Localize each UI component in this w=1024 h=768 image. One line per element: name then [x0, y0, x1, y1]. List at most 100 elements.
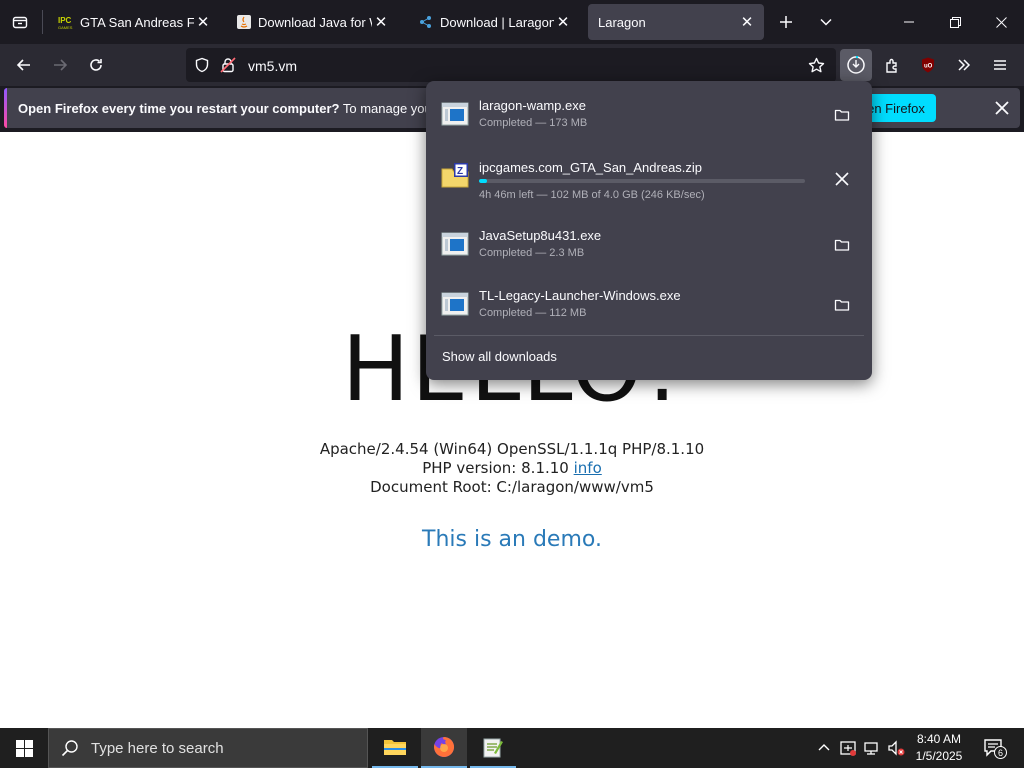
not-secure-lock-icon[interactable]	[220, 57, 236, 73]
cancel-download-button[interactable]	[828, 165, 856, 193]
taskbar-file-explorer[interactable]	[372, 728, 418, 768]
download-filename: TL-Legacy-Launcher-Windows.exe	[479, 288, 681, 303]
search-icon	[61, 740, 78, 757]
tab-gta-san-andreas[interactable]: IPCGAMES GTA San Andreas Free | ✕	[44, 4, 220, 40]
download-status: 4h 46m left — 102 MB of 4.0 GB (246 KB/s…	[479, 189, 705, 201]
plus-icon	[780, 16, 792, 28]
bookmark-star-icon[interactable]	[808, 57, 825, 74]
download-status: Completed — 2.3 MB	[479, 247, 585, 259]
url-text[interactable]: vm5.vm	[248, 58, 297, 74]
php-version-line: PHP version: 8.1.10 info	[0, 459, 1024, 477]
download-progress-bar	[479, 179, 805, 183]
notification-count-badge: 6	[994, 746, 1007, 759]
php-info-link[interactable]: info	[574, 459, 602, 477]
show-hidden-icons-chevron-icon[interactable]	[814, 738, 834, 758]
exe-file-icon	[441, 232, 469, 256]
minimize-button[interactable]	[886, 0, 932, 44]
puzzle-piece-icon	[885, 58, 897, 73]
exe-file-icon	[441, 102, 469, 126]
restore-button[interactable]	[932, 0, 978, 44]
tab-label: Laragon	[598, 14, 646, 30]
downloads-button[interactable]	[840, 49, 872, 81]
clock-date: 1/5/2025	[915, 749, 963, 763]
clock-time: 8:40 AM	[916, 732, 962, 746]
tab-list-dropdown-button[interactable]	[810, 6, 842, 38]
show-in-folder-button[interactable]	[828, 101, 856, 129]
firefox-icon	[434, 736, 455, 757]
double-chevron-right-icon	[958, 59, 971, 71]
network-icon[interactable]	[862, 738, 882, 758]
restore-icon	[949, 16, 961, 28]
close-tab-icon[interactable]: ✕	[554, 13, 572, 31]
notification-accent	[4, 88, 7, 128]
demo-text: This is an demo.	[422, 527, 602, 552]
more-tools-button[interactable]	[948, 49, 980, 81]
tab-laragon[interactable]: Laragon ✕	[588, 4, 764, 40]
tab-download-java[interactable]: Download Java for Win ✕	[222, 4, 398, 40]
tab-strip: IPCGAMES GTA San Andreas Free | ✕ Downlo…	[0, 0, 1024, 44]
download-item-gta[interactable]: Z ipcgames.com_GTA_San_Andreas.zip 4h 46…	[434, 149, 864, 205]
java-icon	[237, 15, 251, 29]
downloads-separator	[434, 335, 864, 336]
folder-icon	[834, 109, 850, 121]
chevron-down-icon	[820, 18, 832, 26]
tab-list-icon	[12, 16, 28, 29]
close-icon	[995, 16, 1007, 28]
tab-download-laragon[interactable]: Download | Laragon - p ✕	[404, 4, 580, 40]
download-progress-icon	[847, 55, 865, 74]
navigation-toolbar: vm5.vm uO	[0, 44, 1024, 86]
tracking-protection-shield-icon[interactable]	[194, 57, 210, 73]
close-tab-icon[interactable]: ✕	[738, 13, 756, 31]
ublock-origin-icon: uO	[922, 57, 934, 73]
forward-arrow-icon	[54, 59, 68, 71]
new-tab-button[interactable]	[770, 6, 802, 38]
close-tab-icon[interactable]: ✕	[194, 13, 212, 31]
reload-icon	[90, 59, 102, 71]
show-in-folder-button[interactable]	[828, 231, 856, 259]
url-bar[interactable]: vm5.vm	[186, 48, 836, 82]
volume-muted-icon[interactable]	[886, 738, 906, 758]
download-filename: ipcgames.com_GTA_San_Andreas.zip	[479, 160, 703, 175]
notification-message: Open Firefox every time you restart your…	[18, 101, 467, 116]
download-item-laragon[interactable]: laragon-wamp.exe Completed — 173 MB	[434, 87, 864, 143]
download-item-java[interactable]: JavaSetup8u431.exe Completed — 2.3 MB	[434, 217, 864, 273]
server-info-line: Apache/2.4.54 (Win64) OpenSSL/1.1.1q PHP…	[319, 440, 705, 458]
file-explorer-icon	[384, 740, 406, 755]
svg-text:Z: Z	[457, 166, 463, 177]
show-all-downloads-button[interactable]: Show all downloads	[442, 349, 557, 364]
windows-taskbar: Type here to search 8:40 AM 1/5/2025 6	[0, 728, 1024, 768]
reload-button[interactable]	[80, 49, 112, 81]
taskbar-firefox[interactable]	[421, 728, 467, 768]
tab-label: GTA San Andreas Free |	[80, 14, 194, 30]
close-tab-icon[interactable]: ✕	[372, 13, 390, 31]
extensions-button[interactable]	[876, 49, 908, 81]
exe-file-icon	[441, 292, 469, 316]
notification-center-button[interactable]: 6	[982, 736, 1007, 760]
download-item-tl-launcher[interactable]: TL-Legacy-Launcher-Windows.exe Completed…	[434, 277, 864, 333]
system-clock[interactable]: 8:40 AM 1/5/2025	[904, 731, 974, 765]
hamburger-menu-icon	[994, 60, 1006, 70]
back-arrow-icon	[16, 59, 30, 71]
forward-button[interactable]	[44, 49, 76, 81]
tab-label: Download Java for Win	[258, 14, 372, 30]
tab-divider	[42, 10, 43, 34]
laragon-icon	[420, 16, 431, 28]
ipc-icon: IPCGAMES	[58, 16, 73, 30]
close-notification-icon[interactable]	[992, 98, 1012, 118]
tab-label: Download | Laragon - p	[440, 14, 554, 30]
taskbar-search-box[interactable]: Type here to search	[48, 728, 368, 768]
folder-icon	[834, 299, 850, 311]
document-root-line: Document Root: C:/laragon/www/vm5	[370, 478, 654, 496]
start-button[interactable]	[0, 728, 48, 768]
search-placeholder: Type here to search	[91, 739, 224, 757]
back-button[interactable]	[8, 49, 40, 81]
ublock-origin-button[interactable]: uO	[912, 49, 944, 81]
taskbar-notepad-plus[interactable]	[470, 728, 516, 768]
app-menu-button[interactable]	[984, 49, 1016, 81]
show-in-folder-button[interactable]	[828, 291, 856, 319]
close-window-button[interactable]	[978, 0, 1024, 44]
tray-app-icon[interactable]	[838, 738, 858, 758]
download-status: Completed — 112 MB	[479, 307, 587, 319]
list-all-tabs-button[interactable]	[4, 6, 36, 38]
downloads-panel: laragon-wamp.exe Completed — 173 MB Z ip…	[426, 81, 872, 380]
